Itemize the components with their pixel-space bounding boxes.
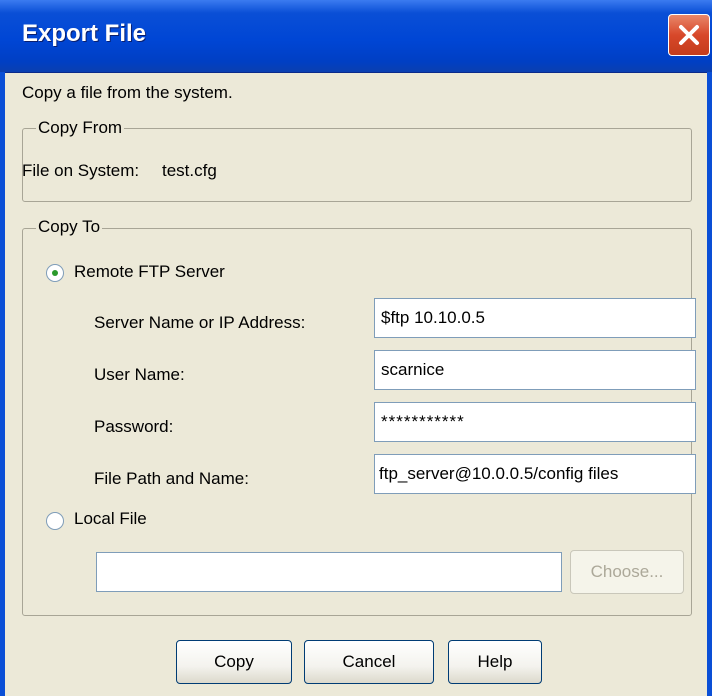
user-name-input[interactable]: scarnice: [374, 350, 696, 390]
window-border-right: [707, 72, 712, 696]
file-on-system-label: File on System:: [22, 161, 140, 180]
radio-selected-dot: [52, 270, 58, 276]
close-button[interactable]: [668, 14, 710, 56]
file-path-label: File Path and Name:: [94, 469, 249, 488]
local-file-input[interactable]: [96, 552, 562, 592]
local-file-radio[interactable]: [46, 512, 64, 530]
title-bar[interactable]: Export File: [0, 0, 712, 73]
copy-to-legend: Copy To: [36, 217, 103, 237]
window-border-left: [0, 72, 5, 696]
password-label: Password:: [94, 417, 174, 436]
server-name-label: Server Name or IP Address:: [94, 313, 306, 332]
password-input[interactable]: ***********: [374, 402, 696, 442]
export-file-dialog: Export File Copy a file from the system.…: [0, 0, 712, 696]
server-name-input[interactable]: $ftp 10.10.0.5: [374, 298, 696, 338]
copy-from-legend: Copy From: [36, 118, 125, 138]
choose-button[interactable]: Choose...: [570, 550, 684, 594]
copy-button[interactable]: Copy: [176, 640, 292, 684]
intro-text: Copy a file from the system.: [22, 83, 233, 102]
close-icon: [679, 25, 699, 45]
remote-ftp-label[interactable]: Remote FTP Server: [74, 262, 225, 282]
user-name-label: User Name:: [94, 365, 185, 384]
help-button[interactable]: Help: [448, 640, 542, 684]
file-on-system-value: test.cfg: [162, 161, 217, 180]
remote-ftp-radio[interactable]: [46, 264, 64, 282]
file-path-input[interactable]: ftp_server@10.0.0.5/config files: [374, 454, 696, 494]
cancel-button[interactable]: Cancel: [304, 640, 434, 684]
local-file-label[interactable]: Local File: [74, 509, 147, 529]
dialog-title: Export File: [22, 20, 147, 47]
